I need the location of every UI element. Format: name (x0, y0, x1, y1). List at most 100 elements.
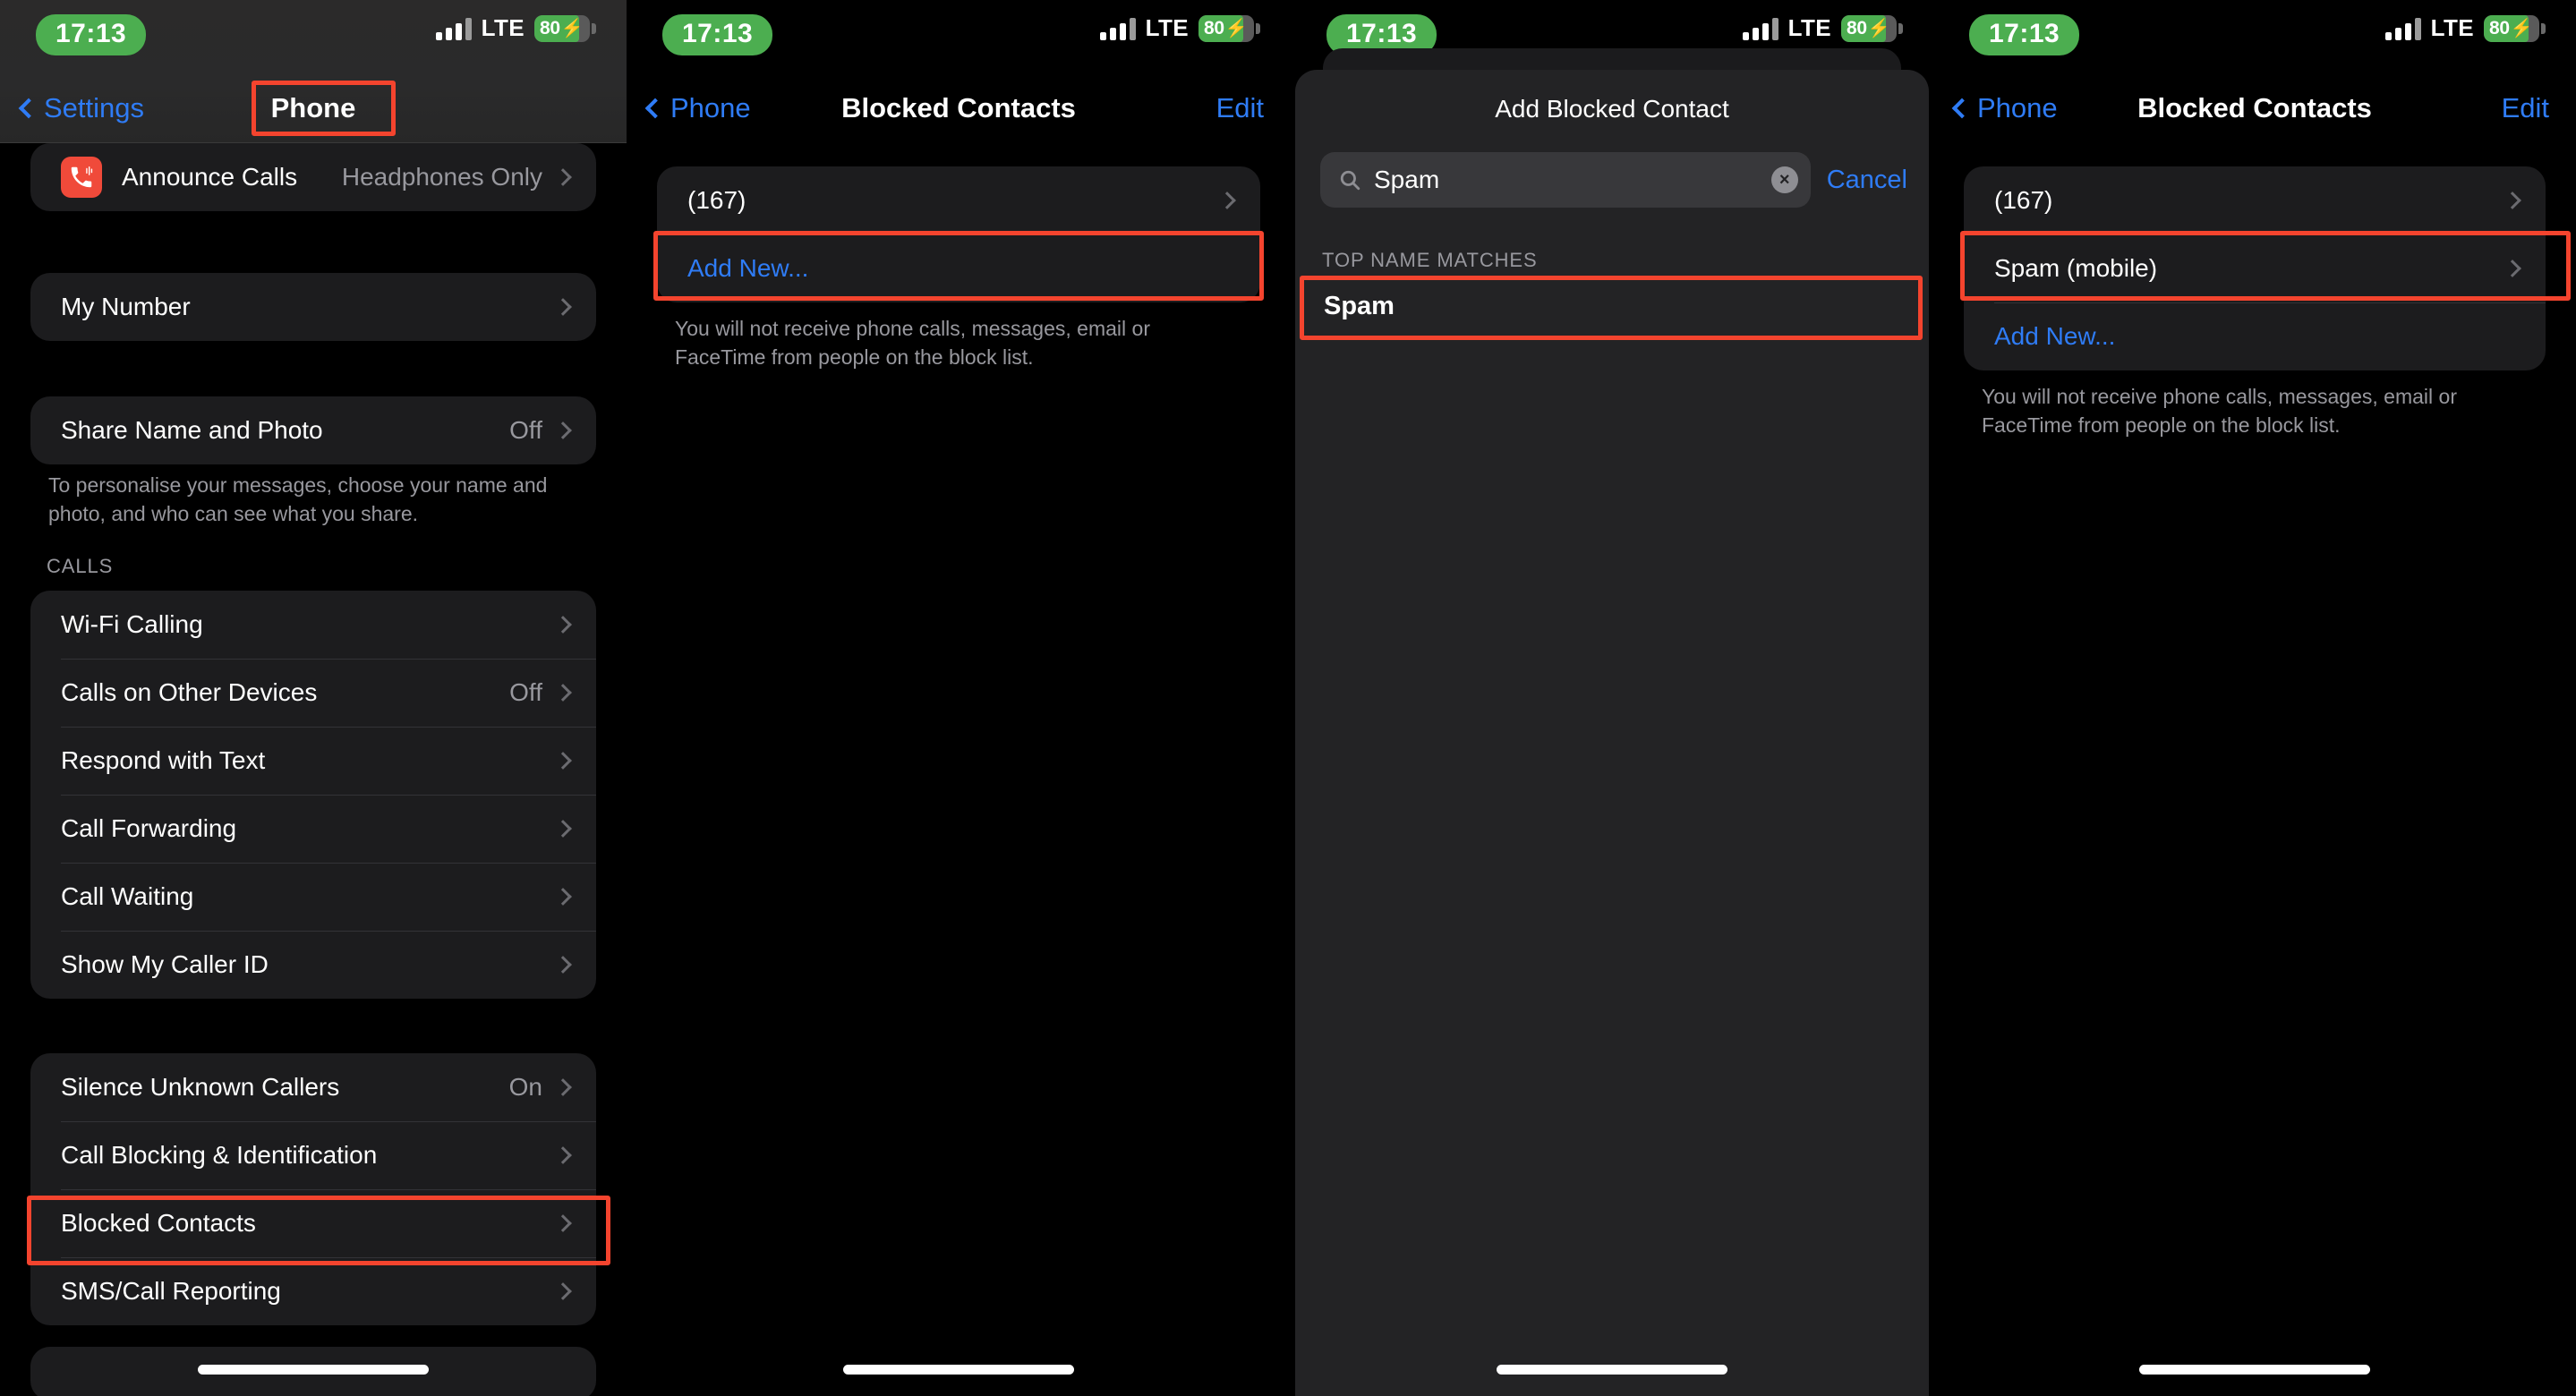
row-blocked-entry-count[interactable]: (167) (657, 166, 1260, 234)
status-time: 17:13 (1969, 14, 2080, 55)
row-show-my-caller-id[interactable]: Show My Caller ID (30, 931, 596, 999)
row-my-number[interactable]: My Number (30, 273, 596, 341)
row-call-blocking-identification[interactable]: Call Blocking & Identification (30, 1121, 596, 1189)
row-value: Headphones Only (341, 163, 542, 191)
search-row: Spam × Cancel (1320, 152, 1907, 208)
row-label: Call Blocking & Identification (61, 1141, 378, 1169)
cellular-signal-icon (1742, 17, 1778, 40)
group-announce-calls: Announce Calls Headphones Only (30, 143, 596, 211)
chevron-right-icon (554, 956, 572, 974)
group-call-blocking: Silence Unknown Callers On Call Blocking… (30, 1053, 596, 1325)
search-result-spam[interactable]: Spam (1295, 277, 1929, 335)
edit-button[interactable]: Edit (1216, 79, 1264, 138)
search-input[interactable]: Spam × (1320, 152, 1811, 208)
add-blocked-contact-sheet: Add Blocked Contact Spam × Cancel TOP NA… (1295, 70, 1929, 1396)
group-my-number: My Number (30, 273, 596, 341)
row-call-waiting[interactable]: Call Waiting (30, 863, 596, 931)
row-label: (167) (1994, 186, 2053, 214)
row-share-name-and-photo[interactable]: Share Name and Photo Off (30, 396, 596, 464)
row-sms-call-reporting[interactable]: SMS/Call Reporting (30, 1257, 596, 1325)
chevron-right-icon (554, 1078, 572, 1096)
row-add-new[interactable]: Add New... (1964, 302, 2546, 370)
row-value: On (508, 1073, 542, 1101)
status-indicators: LTE 80 ⚡ (1099, 14, 1260, 42)
row-call-forwarding[interactable]: Call Forwarding (30, 795, 596, 863)
chevron-right-icon (554, 421, 572, 439)
search-icon (1340, 170, 1361, 191)
chevron-right-icon (554, 888, 572, 906)
status-bar: 17:13 LTE 80 ⚡ (0, 0, 627, 61)
group-blocked-list: (167) Add New... (657, 166, 1260, 302)
page-title: Blocked Contacts (2137, 92, 2372, 123)
row-announce-calls[interactable]: Announce Calls Headphones Only (30, 143, 596, 211)
chevron-right-icon (554, 1146, 572, 1164)
row-blocked-contact-spam[interactable]: Spam (mobile) (1964, 234, 2546, 302)
status-bar: 17:13 LTE 80 ⚡ (627, 0, 1291, 61)
row-label: Announce Calls (122, 163, 298, 191)
section-header-calls: CALLS (47, 555, 114, 577)
battery-icon: 80 ⚡ (1841, 14, 1903, 42)
clear-search-icon[interactable]: × (1770, 166, 1798, 193)
search-input-value: Spam (1374, 166, 1440, 193)
row-calls-on-other-devices[interactable]: Calls on Other Devices Off (30, 659, 596, 727)
row-label: Blocked Contacts (61, 1209, 256, 1237)
announce-calls-icon (61, 157, 102, 198)
home-indicator (198, 1365, 429, 1375)
row-label: Spam (mobile) (1994, 254, 2158, 282)
charging-bolt-icon: ⚡ (1867, 18, 1890, 38)
chevron-right-icon (554, 1214, 572, 1232)
row-label: Add New... (1994, 322, 2116, 350)
chevron-right-icon (554, 616, 572, 634)
battery-percent: 80 (2489, 17, 2510, 38)
row-label: Wi-Fi Calling (61, 610, 203, 638)
group-share-name-photo: Share Name and Photo Off (30, 396, 596, 464)
blocked-contacts-screen: 17:13 LTE 80 ⚡ Phone Blocked Contacts Ed… (627, 0, 1291, 1396)
cellular-signal-icon (1099, 17, 1136, 40)
section-header-top-name-matches: TOP NAME MATCHES (1322, 249, 1538, 271)
navigation-bar: Phone Blocked Contacts Edit (1933, 79, 2576, 138)
row-wifi-calling[interactable]: Wi-Fi Calling (30, 591, 596, 659)
row-label: Add New... (687, 254, 809, 282)
battery-icon: 80 ⚡ (1198, 14, 1260, 42)
row-label: Respond with Text (61, 746, 266, 774)
chevron-right-icon (554, 752, 572, 770)
cellular-signal-icon (2384, 17, 2421, 40)
cancel-button[interactable]: Cancel (1827, 166, 1907, 195)
row-label: Call Forwarding (61, 814, 237, 842)
row-add-new[interactable]: Add New... (657, 234, 1260, 302)
battery-percent: 80 (1204, 17, 1224, 38)
status-indicators: LTE 80 ⚡ (2384, 14, 2546, 42)
blocked-contacts-footnote: You will not receive phone calls, messag… (675, 317, 1150, 369)
network-type-label: LTE (2430, 14, 2474, 41)
status-indicators: LTE 80 ⚡ (1742, 14, 1903, 42)
chevron-right-icon (554, 684, 572, 702)
chevron-right-icon (2503, 260, 2521, 277)
edit-button[interactable]: Edit (2502, 79, 2549, 138)
status-time: 17:13 (662, 14, 773, 55)
blocked-contacts-footnote: You will not receive phone calls, messag… (1982, 385, 2457, 437)
group-blocked-list: (167) Spam (mobile) Add New... (1964, 166, 2546, 370)
phone-settings-screen: 17:13 LTE 80 ⚡ Settings Phone Announce C… (0, 0, 627, 1396)
row-blocked-contacts[interactable]: Blocked Contacts (30, 1189, 596, 1257)
battery-icon: 80 ⚡ (534, 14, 596, 42)
row-respond-with-text[interactable]: Respond with Text (30, 727, 596, 795)
page-title: Blocked Contacts (841, 92, 1076, 123)
charging-bolt-icon: ⚡ (560, 18, 584, 38)
row-label: Share Name and Photo (61, 416, 323, 444)
status-time: 17:13 (36, 14, 147, 55)
status-indicators: LTE 80 ⚡ (435, 14, 596, 42)
row-label: Show My Caller ID (61, 950, 269, 978)
battery-percent: 80 (1847, 17, 1867, 38)
chevron-right-icon (1218, 192, 1236, 209)
row-label: Call Waiting (61, 882, 194, 910)
home-indicator (843, 1365, 1074, 1375)
navigation-bar: Phone Blocked Contacts Edit (627, 79, 1291, 138)
network-type-label: LTE (1787, 14, 1831, 41)
row-silence-unknown-callers[interactable]: Silence Unknown Callers On (30, 1053, 596, 1121)
row-blocked-entry-count[interactable]: (167) (1964, 166, 2546, 234)
cellular-signal-icon (435, 17, 472, 40)
charging-bolt-icon: ⚡ (2510, 18, 2533, 38)
chevron-right-icon (554, 820, 572, 838)
blocked-contacts-updated-screen: 17:13 LTE 80 ⚡ Phone Blocked Contacts Ed… (1933, 0, 2576, 1396)
home-indicator (2139, 1365, 2370, 1375)
